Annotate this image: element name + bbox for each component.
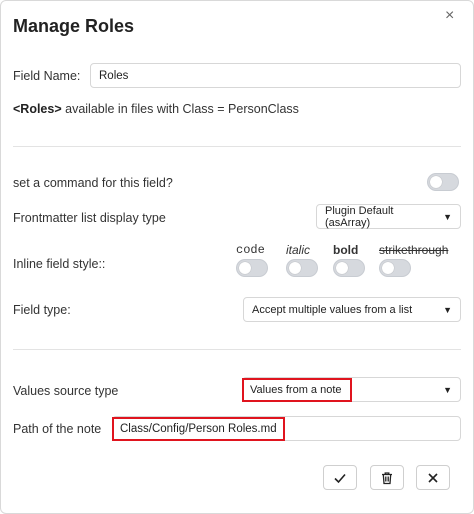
trash-icon [382, 471, 392, 484]
save-button[interactable] [323, 465, 357, 490]
field-type-select[interactable]: Accept multiple values from a list ▼ [243, 297, 461, 322]
dialog-title: Manage Roles [13, 16, 135, 36]
chevron-down-icon: ▼ [443, 211, 452, 222]
toggle-knob [382, 262, 394, 274]
toggle-knob [430, 176, 442, 188]
style-bold-toggle[interactable] [333, 259, 365, 277]
divider-bottom [13, 349, 461, 350]
values-source-label: Values source type [13, 384, 119, 398]
toggle-knob [239, 262, 251, 274]
field-name-token: <Roles> [13, 102, 62, 116]
toggle-knob [336, 262, 348, 274]
style-strikethrough-label: strikethrough [379, 243, 449, 257]
divider-top [13, 146, 461, 147]
toggle-knob [289, 262, 301, 274]
style-italic-label: italic [286, 243, 311, 257]
style-code-toggle[interactable] [236, 259, 268, 277]
style-strikethrough-toggle[interactable] [379, 259, 411, 277]
class-info-suffix: available in files with Class = PersonCl… [61, 102, 299, 116]
close-icon [428, 472, 438, 483]
note-path-value: Class/Config/Person Roles.md [112, 416, 285, 441]
style-code-label: code [236, 243, 265, 257]
style-bold-label: bold [333, 243, 359, 257]
chevron-down-icon: ▼ [443, 304, 452, 315]
class-info-text: <Roles> available in files with Class = … [13, 102, 299, 116]
field-type-label: Field type: [13, 303, 71, 317]
close-dialog-icon[interactable]: × [445, 7, 454, 25]
manage-roles-dialog: Manage Roles × Field Name: Roles <Roles>… [0, 0, 474, 514]
field-name-input[interactable]: Roles [90, 63, 461, 88]
frontmatter-select[interactable]: Plugin Default (asArray) ▼ [316, 204, 461, 229]
command-toggle[interactable] [427, 173, 459, 191]
values-source-selected: Values from a note [242, 377, 352, 402]
check-icon [334, 473, 346, 483]
field-name-label: Field Name: [13, 69, 81, 83]
style-italic-toggle[interactable] [286, 259, 318, 277]
note-path-input[interactable]: Class/Config/Person Roles.md [112, 416, 461, 441]
inline-style-label: Inline field style:: [13, 257, 106, 271]
cancel-button[interactable] [416, 465, 450, 490]
delete-button[interactable] [370, 465, 404, 490]
command-label: set a command for this field? [13, 176, 173, 190]
note-path-label: Path of the note [13, 422, 102, 436]
values-source-select[interactable]: Values from a note ▼ [242, 377, 461, 402]
field-type-selected: Accept multiple values from a list [252, 303, 413, 316]
chevron-down-icon: ▼ [443, 384, 452, 395]
frontmatter-selected: Plugin Default (asArray) [325, 204, 394, 229]
frontmatter-label: Frontmatter list display type [13, 211, 166, 225]
